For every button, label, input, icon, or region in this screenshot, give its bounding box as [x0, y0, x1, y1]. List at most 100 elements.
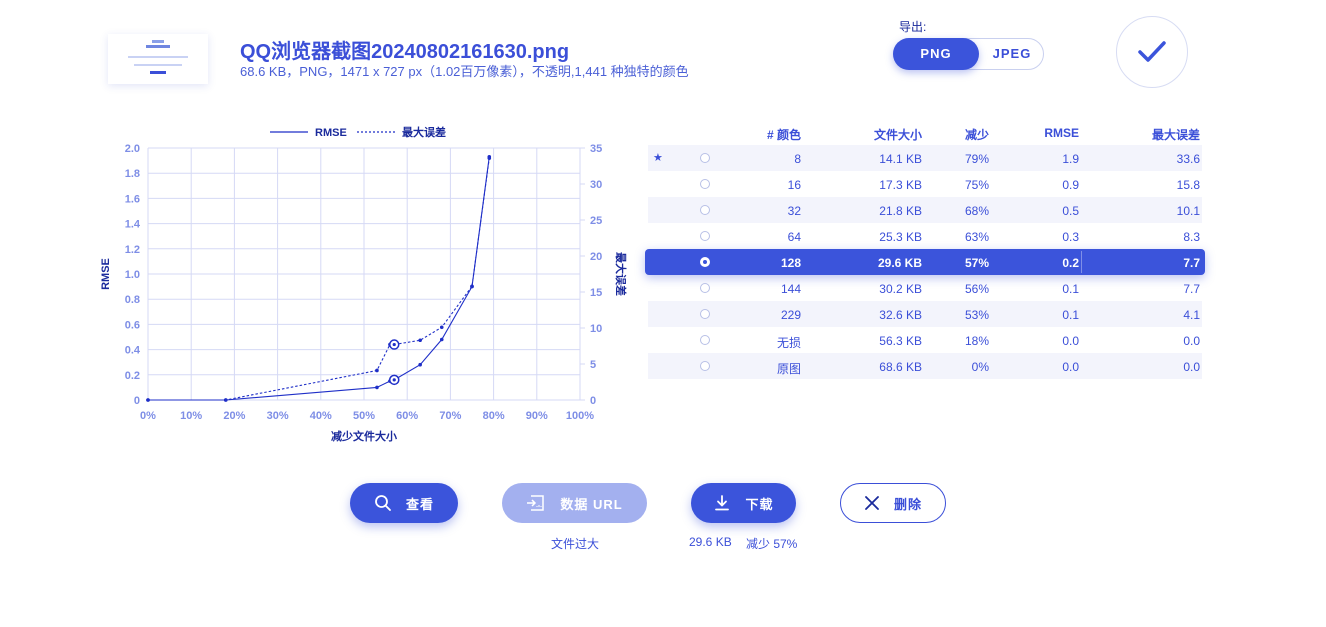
- cell-reduction: 53%: [964, 308, 989, 322]
- row-radio[interactable]: [700, 335, 710, 345]
- cell-max-error: 7.7: [1183, 256, 1200, 270]
- row-radio[interactable]: [700, 283, 710, 293]
- cell-max-error: 0.0: [1183, 360, 1200, 374]
- data-point: [487, 156, 492, 160]
- data-point: [439, 337, 444, 342]
- y-tick-label: 0.6: [125, 319, 140, 331]
- delete-button[interactable]: 删除: [840, 483, 946, 523]
- cell-file-size: 17.3 KB: [879, 178, 922, 192]
- data-point: [223, 398, 228, 402]
- table-row[interactable]: 128 29.6 KB 57% 0.2 7.7: [645, 249, 1205, 275]
- x-tick-label: 70%: [439, 410, 461, 422]
- cell-max-error: 8.3: [1183, 230, 1200, 244]
- view-button[interactable]: 查看: [350, 483, 458, 523]
- x-tick-label: 50%: [353, 410, 375, 422]
- y-tick-label: 2.0: [125, 143, 140, 155]
- data-url-button-label: 数据 URL: [560, 496, 623, 512]
- cell-reduction: 0%: [971, 360, 989, 374]
- cell-rmse: 1.9: [1062, 152, 1079, 166]
- format-png-option[interactable]: PNG: [893, 38, 979, 70]
- thumbnail-detail: [134, 64, 182, 66]
- cell-rmse: 0.1: [1062, 282, 1079, 296]
- confirm-button[interactable]: [1116, 16, 1188, 88]
- y-tick-label: 1.6: [125, 193, 140, 205]
- header-file-size: 文件大小: [873, 128, 922, 142]
- data-url-icon: [526, 494, 546, 512]
- y-tick-label: 0.4: [125, 345, 141, 357]
- table-body: ★ 8 14.1 KB 79% 1.9 33.6 16 17.3 KB 75% 0.9 15.8 32…: [645, 145, 1205, 379]
- cell-colors: 64: [787, 230, 801, 244]
- table-row[interactable]: 144 30.2 KB 56% 0.1 7.7: [648, 275, 1202, 301]
- cell-rmse: 0.2: [1062, 256, 1079, 270]
- cell-rmse: 0.0: [1062, 360, 1079, 374]
- cell-reduction: 18%: [964, 334, 989, 348]
- data-point: [375, 385, 379, 390]
- table-header: # 颜色 文件大小 减少 RMSE 最大误差: [648, 121, 1202, 145]
- cell-file-size: 29.6 KB: [877, 256, 922, 270]
- table-row[interactable]: 无损 56.3 KB 18% 0.0 0.0: [648, 327, 1202, 353]
- cell-max-error: 7.7: [1183, 282, 1200, 296]
- row-radio[interactable]: [700, 231, 710, 241]
- data-point: [439, 325, 444, 330]
- data-point: [418, 362, 422, 367]
- row-radio[interactable]: [700, 361, 710, 371]
- thumbnail-detail: [150, 71, 166, 74]
- cell-file-size: 21.8 KB: [879, 204, 922, 218]
- row-divider: [1081, 251, 1082, 273]
- thumbnail-detail: [152, 40, 164, 43]
- y-tick-label: 1.8: [125, 168, 140, 180]
- table-row[interactable]: 原图 68.6 KB 0% 0.0 0.0: [648, 353, 1202, 379]
- cell-reduction: 57%: [964, 256, 989, 270]
- image-thumbnail[interactable]: [108, 34, 208, 84]
- download-reduction: 减少 57%: [746, 537, 798, 551]
- cell-max-error: 0.0: [1183, 334, 1200, 348]
- cell-reduction: 75%: [964, 178, 989, 192]
- y2-tick-label: 10: [590, 323, 602, 335]
- row-radio[interactable]: [700, 205, 710, 215]
- y2-tick-label: 0: [590, 395, 596, 407]
- table-row[interactable]: 229 32.6 KB 53% 0.1 4.1: [648, 301, 1202, 327]
- table-row[interactable]: 64 25.3 KB 63% 0.3 8.3: [648, 223, 1202, 249]
- series-line-rmse: [148, 156, 490, 401]
- table-row[interactable]: ★ 8 14.1 KB 79% 1.9 33.6: [648, 145, 1202, 171]
- data-url-note: 文件过大: [551, 537, 600, 551]
- format-toggle: PNG JPEG: [893, 38, 1044, 70]
- star-icon: ★: [653, 152, 663, 164]
- cell-file-size: 30.2 KB: [879, 282, 922, 296]
- header-max-error: 最大误差: [1151, 128, 1200, 142]
- x-tick-label: 100%: [566, 410, 594, 422]
- selected-point-dot: [392, 378, 396, 382]
- close-icon: [864, 495, 880, 511]
- cell-reduction: 56%: [964, 282, 989, 296]
- row-radio[interactable]: [700, 179, 710, 189]
- cell-rmse: 0.5: [1062, 204, 1079, 218]
- y2-tick-label: 30: [590, 179, 602, 191]
- data-url-button[interactable]: 数据 URL: [502, 483, 647, 523]
- x-tick-label: 10%: [180, 410, 202, 422]
- cell-reduction: 63%: [964, 230, 989, 244]
- cell-file-size: 14.1 KB: [879, 152, 922, 166]
- download-button-label: 下载: [745, 496, 774, 512]
- table-row[interactable]: 16 17.3 KB 75% 0.9 15.8: [648, 171, 1202, 197]
- data-point: [470, 284, 474, 289]
- file-name: QQ浏览器截图20240802161630.png: [240, 41, 570, 63]
- y-tick-label: 1.4: [125, 219, 141, 231]
- y2-tick-label: 5: [590, 359, 596, 371]
- thumbnail-detail: [128, 56, 188, 58]
- y-tick-label: 0.2: [125, 370, 140, 382]
- download-button[interactable]: 下载: [691, 483, 796, 523]
- chart-svg: 0% 10% 20% 30% 40% 50% 60% 70% 80% 90% 100% 0 0.2 0.4…: [100, 125, 628, 443]
- x-tick-label: 30%: [267, 410, 289, 422]
- header-colors: # 颜色: [766, 128, 801, 142]
- export-label: 导出:: [899, 20, 927, 34]
- row-radio[interactable]: [700, 257, 710, 267]
- view-button-label: 查看: [405, 496, 434, 512]
- cell-file-size: 32.6 KB: [879, 308, 922, 322]
- x-tick-label: 90%: [526, 410, 548, 422]
- cell-max-error: 10.1: [1176, 204, 1200, 218]
- table-row[interactable]: 32 21.8 KB 68% 0.5 10.1: [648, 197, 1202, 223]
- row-radio[interactable]: [700, 153, 710, 163]
- cell-file-size: 25.3 KB: [879, 230, 922, 244]
- row-radio[interactable]: [700, 309, 710, 319]
- format-jpeg-option[interactable]: JPEG: [980, 38, 1044, 70]
